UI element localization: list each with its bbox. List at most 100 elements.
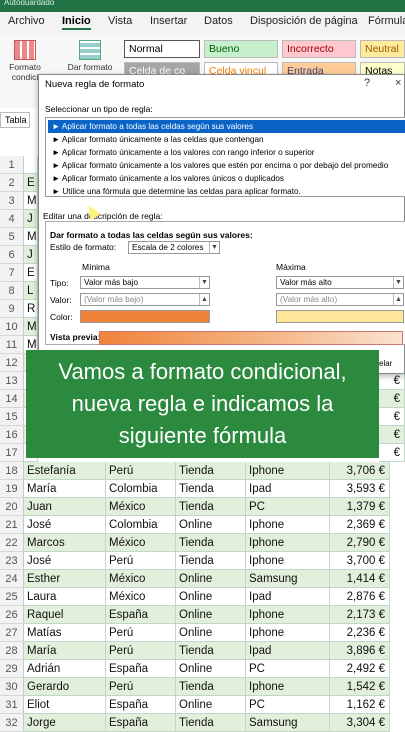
table-cell[interactable]: Tienda	[176, 462, 246, 480]
table-cell[interactable]: Gerardo	[24, 678, 106, 696]
row-header[interactable]: 24	[0, 570, 24, 588]
table-cell[interactable]: E	[24, 264, 38, 282]
table-cell[interactable]: Colombia	[106, 480, 176, 498]
row-header[interactable]: 27	[0, 624, 24, 642]
table-cell[interactable]: Ipad	[246, 480, 330, 498]
table-cell[interactable]: Online	[176, 660, 246, 678]
table-cell[interactable]: Laura	[24, 588, 106, 606]
row-header[interactable]: 22	[0, 534, 24, 552]
table-cell[interactable]: México	[106, 570, 176, 588]
table-cell[interactable]: México	[106, 588, 176, 606]
rule-type-item[interactable]: ► Aplicar formato únicamente a las celda…	[48, 133, 405, 146]
table-cell[interactable]: Estefanía	[24, 462, 106, 480]
table-cell[interactable]: 1,162 €	[330, 696, 390, 714]
table-cell[interactable]: Ipad	[246, 588, 330, 606]
row-header[interactable]: 12	[0, 354, 24, 372]
range-picker-icon[interactable]: ▲	[199, 294, 209, 305]
row-header[interactable]: 6	[0, 246, 24, 264]
close-icon[interactable]: ×	[395, 77, 401, 89]
tab-disposicion[interactable]: Disposición de página	[250, 15, 358, 27]
table-cell[interactable]: PC	[246, 660, 330, 678]
table-cell[interactable]: Tienda	[176, 534, 246, 552]
table-cell[interactable]: José	[24, 552, 106, 570]
row-header[interactable]: 9	[0, 300, 24, 318]
row-header[interactable]: 8	[0, 282, 24, 300]
table-cell[interactable]: Perú	[106, 678, 176, 696]
table-cell[interactable]: España	[106, 714, 176, 732]
table-cell[interactable]: M	[24, 318, 38, 336]
rule-type-item[interactable]: ► Aplicar formato únicamente a los valor…	[48, 172, 405, 185]
table-cell[interactable]: 3,304 €	[330, 714, 390, 732]
rule-type-item[interactable]: ► Aplicar formato únicamente a los valor…	[48, 146, 405, 159]
table-cell[interactable]: Ipad	[246, 642, 330, 660]
format-style-select[interactable]: Escala de 2 colores ▼	[128, 241, 220, 254]
tab-datos[interactable]: Datos	[204, 15, 233, 27]
table-cell[interactable]: PC	[246, 498, 330, 516]
style-neutral[interactable]: Neutral	[360, 40, 405, 58]
table-cell[interactable]: M	[24, 228, 38, 246]
row-header[interactable]: 17	[0, 444, 24, 462]
table-cell[interactable]: €	[379, 372, 405, 390]
table-cell[interactable]: Juan	[24, 498, 106, 516]
table-cell[interactable]: María	[24, 480, 106, 498]
row-header[interactable]: 10	[0, 318, 24, 336]
row-header[interactable]: 26	[0, 606, 24, 624]
table-cell[interactable]: España	[106, 696, 176, 714]
table-cell[interactable]: Colombia	[106, 516, 176, 534]
table-cell[interactable]: México	[106, 498, 176, 516]
table-cell[interactable]: Iphone	[246, 516, 330, 534]
table-cell[interactable]: PC	[246, 696, 330, 714]
table-cell[interactable]: Online	[176, 696, 246, 714]
tab-inicio[interactable]: Inicio	[62, 15, 91, 30]
row-header[interactable]: 3	[0, 192, 24, 210]
table-cell[interactable]: Online	[176, 624, 246, 642]
table-cell[interactable]: €	[379, 408, 405, 426]
table-cell[interactable]: J	[24, 210, 38, 228]
max-value-input[interactable]: (Valor más alto) ▲	[276, 293, 404, 306]
tab-insertar[interactable]: Insertar	[150, 15, 187, 27]
table-cell[interactable]: E	[24, 174, 38, 192]
table-cell[interactable]: Eliot	[24, 696, 106, 714]
max-type-select[interactable]: Valor más alto ▼	[276, 276, 404, 289]
row-header[interactable]: 31	[0, 696, 24, 714]
table-cell[interactable]: 2,173 €	[330, 606, 390, 624]
table-cell[interactable]: Raquel	[24, 606, 106, 624]
rule-type-item[interactable]: ► Aplicar formato únicamente a los valor…	[48, 159, 405, 172]
min-value-input[interactable]: (Valor más bajo) ▲	[80, 293, 210, 306]
row-header[interactable]: 23	[0, 552, 24, 570]
table-cell[interactable]: €	[379, 390, 405, 408]
table-cell[interactable]: M	[24, 192, 38, 210]
table-cell[interactable]: €	[379, 426, 405, 444]
table-cell[interactable]: Online	[176, 606, 246, 624]
table-cell[interactable]: R	[24, 300, 38, 318]
rule-type-item[interactable]: ► Utilice una fórmula que determine las …	[48, 185, 405, 198]
tab-formulas[interactable]: Fórmula	[368, 15, 405, 27]
table-cell[interactable]: 2,236 €	[330, 624, 390, 642]
table-cell[interactable]: Online	[176, 570, 246, 588]
table-cell[interactable]: Adrián	[24, 660, 106, 678]
row-header[interactable]: 16	[0, 426, 24, 444]
table-cell[interactable]: Samsung	[246, 714, 330, 732]
table-cell[interactable]: Tienda	[176, 714, 246, 732]
table-cell[interactable]: Iphone	[246, 678, 330, 696]
row-header[interactable]: 7	[0, 264, 24, 282]
table-cell[interactable]: Tienda	[176, 642, 246, 660]
row-header[interactable]: 19	[0, 480, 24, 498]
table-cell[interactable]: 3,593 €	[330, 480, 390, 498]
table-cell[interactable]: Iphone	[246, 462, 330, 480]
table-cell[interactable]: Jorge	[24, 714, 106, 732]
table-cell[interactable]: 3,706 €	[330, 462, 390, 480]
row-header[interactable]: 20	[0, 498, 24, 516]
table-cell[interactable]: Iphone	[246, 624, 330, 642]
row-header[interactable]: 25	[0, 588, 24, 606]
conditional-format-button[interactable]: Formato condici	[8, 40, 42, 82]
table-cell[interactable]: Marcos	[24, 534, 106, 552]
table-cell[interactable]: Tienda	[176, 498, 246, 516]
table-cell[interactable]: 2,492 €	[330, 660, 390, 678]
row-header[interactable]: 21	[0, 516, 24, 534]
style-good[interactable]: Bueno	[204, 40, 278, 58]
row-header[interactable]: 32	[0, 714, 24, 732]
style-bad[interactable]: Incorrecto	[282, 40, 356, 58]
table-cell[interactable]: México	[106, 534, 176, 552]
row-header[interactable]: 13	[0, 372, 24, 390]
